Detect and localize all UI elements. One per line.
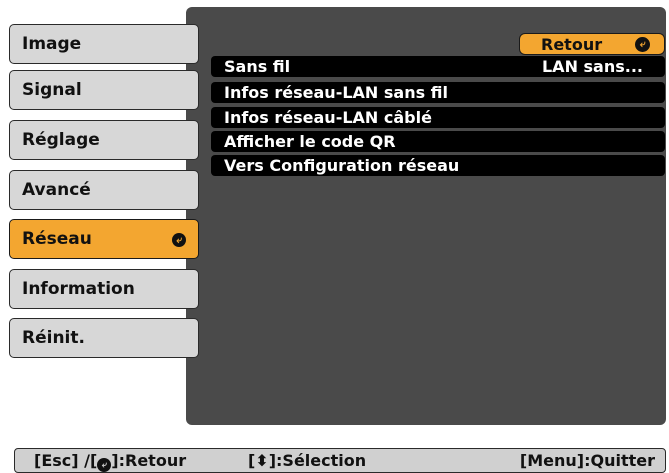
menu-row-wired-lan-info[interactable]: Infos réseau-LAN câblé bbox=[211, 107, 665, 128]
back-button-label: Retour bbox=[541, 34, 603, 54]
esc-hint: [Esc] /[⤶]:Retour bbox=[34, 451, 187, 472]
sidebar-item-image[interactable]: Image bbox=[9, 24, 199, 64]
enter-icon: ⤶ bbox=[172, 233, 186, 247]
back-button[interactable]: Retour ⤶ bbox=[519, 33, 665, 55]
menu-row-wireless-lan-info[interactable]: Infos réseau-LAN sans fil bbox=[211, 82, 665, 103]
sidebar-item-label: Réinit. bbox=[22, 328, 85, 348]
sidebar-item-avance[interactable]: Avancé bbox=[9, 170, 199, 210]
sidebar-item-label: Avancé bbox=[22, 180, 91, 200]
sidebar-item-label: Image bbox=[22, 34, 82, 54]
menu-row-network-config[interactable]: Vers Configuration réseau bbox=[211, 155, 665, 176]
menu-row-label: Afficher le code QR bbox=[224, 132, 396, 151]
sidebar-item-reseau[interactable]: Réseau ⤶ bbox=[9, 219, 199, 259]
sidebar-item-reinit[interactable]: Réinit. bbox=[9, 318, 199, 358]
enter-icon: ⤶ bbox=[635, 37, 650, 52]
sidebar-item-information[interactable]: Information bbox=[9, 269, 199, 309]
menu-row-label: Sans fil bbox=[224, 57, 291, 76]
menu-row-wireless[interactable]: Sans fil LAN sans... bbox=[211, 56, 665, 77]
sidebar-item-signal[interactable]: Signal bbox=[9, 70, 199, 110]
enter-icon: ⤶ bbox=[97, 458, 112, 472]
footer-hint-bar: [Esc] /[⤶]:Retour [⬍]:Sélection [Menu]:Q… bbox=[14, 448, 666, 473]
menu-row-show-qr-code[interactable]: Afficher le code QR bbox=[211, 131, 665, 152]
menu-row-label: Vers Configuration réseau bbox=[224, 156, 460, 175]
menu-row-label: Infos réseau-LAN câblé bbox=[224, 108, 432, 127]
sidebar-item-label: Réglage bbox=[22, 130, 100, 150]
menu-row-value: LAN sans... bbox=[541, 57, 643, 76]
sidebar-item-label: Réseau bbox=[22, 229, 92, 249]
up-down-arrow-icon: ⬍ bbox=[255, 451, 269, 470]
sidebar-item-label: Signal bbox=[22, 80, 82, 100]
select-hint: [⬍]:Sélection bbox=[248, 451, 367, 470]
menu-row-label: Infos réseau-LAN sans fil bbox=[224, 83, 449, 102]
sidebar-item-label: Information bbox=[22, 279, 135, 299]
quit-hint: [Menu]:Quitter bbox=[519, 451, 655, 470]
sidebar-item-reglage[interactable]: Réglage bbox=[9, 120, 199, 160]
